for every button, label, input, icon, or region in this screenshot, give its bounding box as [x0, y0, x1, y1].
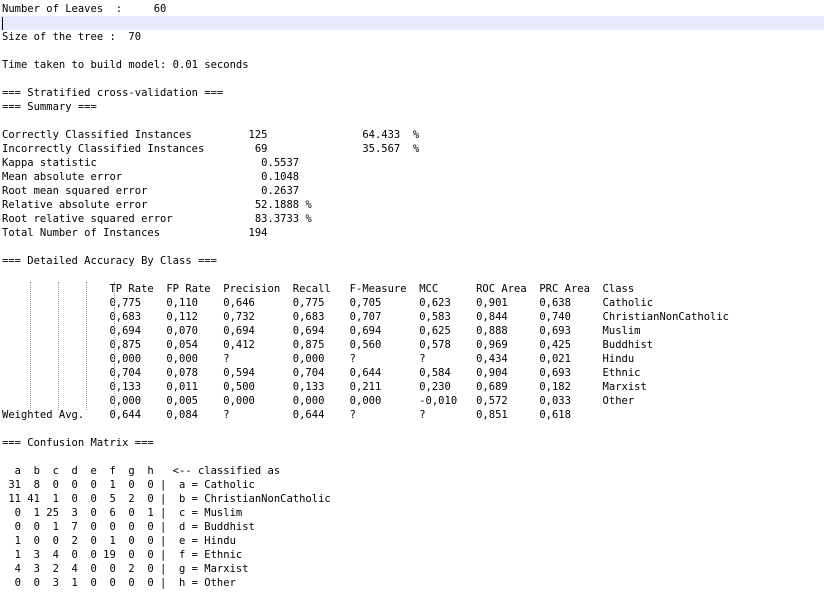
current-line-highlight [0, 16, 824, 30]
output-line: === Stratified cross-validation === [2, 87, 224, 99]
output-line: 0,694 0,070 0,694 0,694 0,694 0,625 0,88… [2, 325, 641, 337]
output-line: 0,683 0,112 0,732 0,683 0,707 0,583 0,84… [2, 311, 729, 323]
output-line: 1 0 0 2 0 1 0 0 | e = Hindu [2, 535, 236, 547]
output-line: 4 3 2 4 0 0 2 0 | g = Marxist [2, 563, 249, 575]
output-line: Root relative squared error 83.3733 % [2, 213, 312, 225]
output-line: Mean absolute error 0.1048 [2, 171, 300, 183]
output-line: Kappa statistic 0.5537 [2, 157, 300, 169]
output-line: 0,875 0,054 0,412 0,875 0,560 0,578 0,96… [2, 339, 654, 351]
output-line: 0,000 0,005 0,000 0,000 0,000 -0,010 0,5… [2, 395, 635, 407]
output-line: 0,000 0,000 ? 0,000 ? ? 0,434 0,021 Hind… [2, 353, 635, 365]
output-line: 11 41 1 0 0 5 2 0 | b = ChristianNonCath… [2, 493, 331, 505]
text-cursor [2, 17, 3, 30]
output-line: 0 1 25 3 0 6 0 1 | c = Muslim [2, 507, 243, 519]
output-line: Weighted Avg. 0,644 0,084 ? 0,644 ? ? 0,… [2, 409, 571, 421]
output-line: Root mean squared error 0.2637 [2, 185, 300, 197]
output-line: Relative absolute error 52.1888 % [2, 199, 312, 211]
output-line: Size of the tree : 70 [2, 31, 142, 43]
output-line: Incorrectly Classified Instances 69 35.5… [2, 143, 420, 155]
indent-guide [114, 282, 115, 410]
output-line: 0,775 0,110 0,646 0,775 0,705 0,623 0,90… [2, 297, 654, 309]
output-line: === Summary === [2, 101, 97, 113]
indent-guide [30, 282, 31, 410]
output-line: Correctly Classified Instances 125 64.43… [2, 129, 420, 141]
output-line: === Detailed Accuracy By Class === [2, 255, 217, 267]
output-line: Total Number of Instances 194 [2, 227, 268, 239]
output-line: a b c d e f g h <-- classified as [2, 465, 281, 477]
output-line: 0,704 0,078 0,594 0,704 0,644 0,584 0,90… [2, 367, 641, 379]
output-line: Number of Leaves : 60 [2, 3, 167, 15]
indent-guide [58, 282, 59, 410]
output-line: 0,133 0,011 0,500 0,133 0,211 0,230 0,68… [2, 381, 647, 393]
output-line: TP Rate FP Rate Precision Recall F-Measu… [2, 283, 635, 295]
indent-guide [86, 282, 87, 410]
output-line: 31 8 0 0 0 1 0 0 | a = Catholic [2, 479, 255, 491]
output-line: 0 0 1 7 0 0 0 0 | d = Buddhist [2, 521, 255, 533]
output-line: === Confusion Matrix === [2, 437, 154, 449]
output-line: 0 0 3 1 0 0 0 0 | h = Other [2, 577, 236, 589]
output-line: Time taken to build model: 0.01 seconds [2, 59, 249, 71]
classifier-output-viewer[interactable]: Number of Leaves : 60 Size of the tree : … [0, 0, 824, 600]
output-line: 1 3 4 0 0 19 0 0 | f = Ethnic [2, 549, 243, 561]
